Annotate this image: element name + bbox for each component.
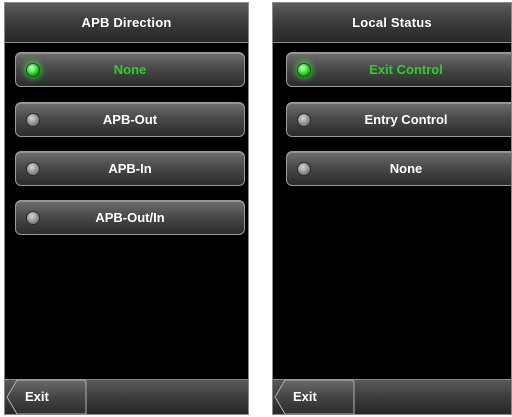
option-apb-in[interactable]: APB-In: [15, 151, 245, 186]
option-label: Entry Control: [364, 112, 448, 127]
option-apb-out-in[interactable]: APB-Out/In: [15, 200, 245, 235]
option-exit-control[interactable]: Exit Control: [286, 52, 511, 87]
option-label: Exit Control: [369, 62, 443, 77]
option-label: APB-Out/In: [95, 210, 165, 225]
page-title: APB Direction: [81, 15, 172, 30]
exit-label: Exit: [25, 389, 49, 404]
option-apb-out[interactable]: APB-Out: [15, 102, 245, 137]
option-label: APB-In: [108, 161, 152, 176]
apb-direction-screen: APB Direction None APB-Out APB-In APB-Ou…: [4, 2, 249, 415]
title-bar: APB Direction: [5, 3, 248, 43]
exit-button[interactable]: Exit: [5, 379, 87, 414]
exit-button[interactable]: Exit: [273, 379, 355, 414]
option-entry-control[interactable]: Entry Control: [286, 102, 511, 137]
title-bar: Local Status: [273, 3, 511, 43]
local-status-screen: Local Status Exit Control Entry Control …: [272, 2, 512, 415]
page-title: Local Status: [352, 15, 432, 30]
exit-label: Exit: [293, 389, 317, 404]
option-label: APB-Out: [102, 112, 158, 127]
bottom-bar: Exit: [273, 379, 511, 414]
bottom-bar: Exit: [5, 379, 248, 414]
option-none[interactable]: None: [15, 52, 245, 87]
option-label: None: [389, 161, 423, 176]
option-label: None: [113, 62, 147, 77]
option-none[interactable]: None: [286, 151, 511, 186]
